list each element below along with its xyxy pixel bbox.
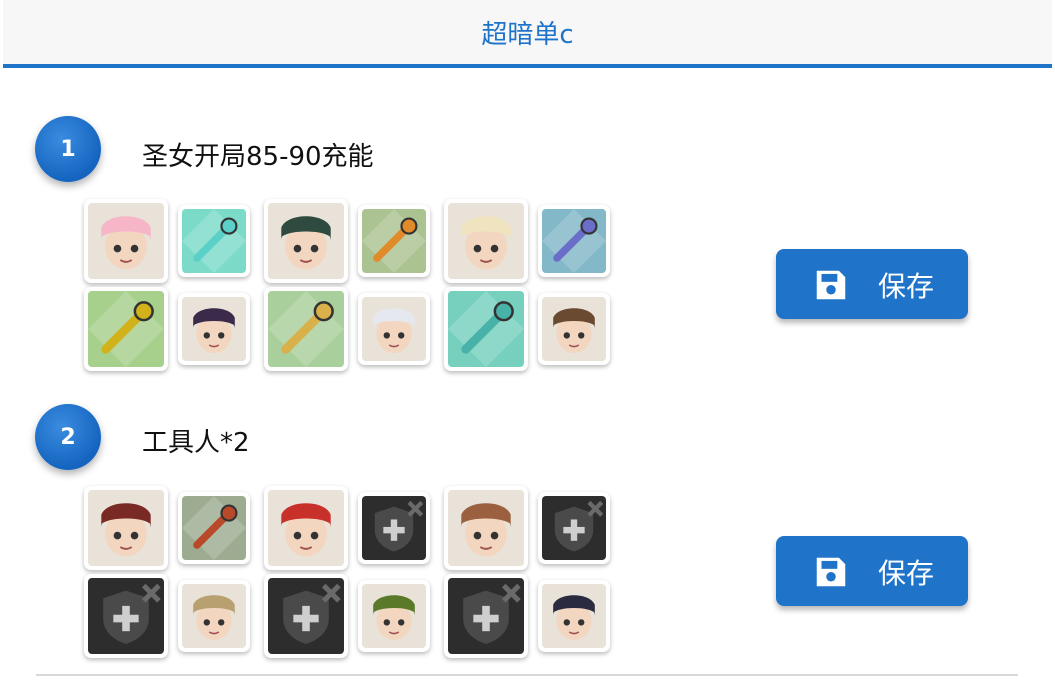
team-number-badge: 1 [35, 116, 101, 182]
golden-bow-icon[interactable] [264, 287, 348, 371]
hero-brown-hair-boy-wink-portrait[interactable] [444, 486, 528, 570]
save-button-label: 保存 [878, 270, 935, 303]
hero-white-fox-dragon-portrait[interactable] [444, 199, 528, 283]
page-header: 超暗单c [3, 0, 1052, 68]
purple-orb-icon[interactable] [538, 205, 610, 277]
hero-pink-hair-priestess-portrait[interactable] [84, 199, 168, 283]
hero-purple-hair-man-portrait[interactable] [178, 293, 250, 365]
golden-tome-icon[interactable] [84, 287, 168, 371]
hero-white-hair-girl-portrait[interactable] [358, 293, 430, 365]
floppy-disk-icon [816, 557, 846, 587]
team-number-badge: 2 [35, 404, 101, 470]
hero-red-scarf-ninja-portrait[interactable] [84, 486, 168, 570]
page-title: 超暗单c [481, 19, 574, 50]
crystal-sword-icon[interactable] [178, 205, 250, 277]
hero-dark-green-hair-girl-portrait[interactable] [264, 199, 348, 283]
empty-slot-shield-plus-icon[interactable] [358, 492, 430, 564]
empty-slot-shield-plus-icon[interactable] [444, 574, 528, 658]
team-slot-grid [84, 484, 614, 660]
team-slot-grid [84, 197, 614, 373]
red-gem-scepter-icon[interactable] [178, 492, 250, 564]
teal-wand-icon[interactable] [444, 287, 528, 371]
save-button[interactable]: 保存 [776, 536, 968, 606]
team-name: 圣女开局85-90充能 [142, 142, 374, 172]
save-button[interactable]: 保存 [776, 249, 968, 319]
hero-red-hair-boy-portrait[interactable] [264, 486, 348, 570]
hero-owl-portrait[interactable] [178, 580, 250, 652]
empty-slot-shield-plus-icon[interactable] [264, 574, 348, 658]
empty-slot-shield-plus-icon[interactable] [84, 574, 168, 658]
empty-slot-shield-plus-icon[interactable] [538, 492, 610, 564]
hero-skull-king-portrait[interactable] [358, 580, 430, 652]
save-button-label: 保存 [878, 557, 935, 590]
orange-mace-staff-icon[interactable] [358, 205, 430, 277]
divider [36, 674, 1018, 676]
hero-dark-robot-maid-portrait[interactable] [538, 580, 610, 652]
hero-glasses-goggles-boy-portrait[interactable] [538, 293, 610, 365]
team-name: 工具人*2 [142, 428, 250, 458]
floppy-disk-icon [816, 270, 846, 300]
